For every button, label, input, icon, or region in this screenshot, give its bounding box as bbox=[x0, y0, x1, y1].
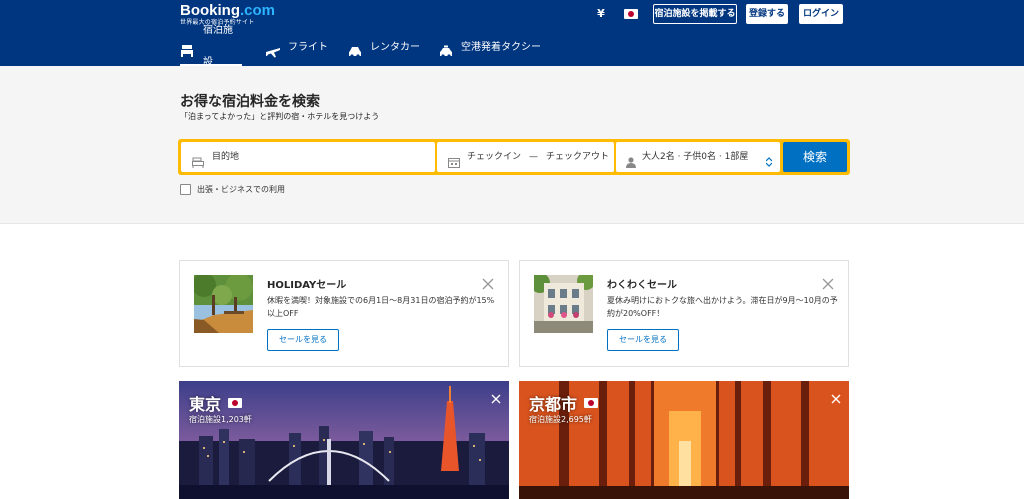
search-button[interactable]: 検索 bbox=[783, 142, 847, 172]
close-icon[interactable] bbox=[822, 275, 834, 290]
login-button[interactable]: ログイン bbox=[799, 4, 843, 24]
destination-input[interactable]: 目的地 bbox=[181, 142, 435, 172]
city-card-kyoto[interactable]: 京都市 宿泊施設2,695軒 bbox=[519, 381, 849, 499]
property-count: 宿泊施設1,203軒 bbox=[189, 415, 252, 424]
close-icon[interactable] bbox=[482, 275, 494, 290]
calendar-icon bbox=[448, 151, 460, 168]
nav-tab-flights[interactable]: フライト bbox=[265, 30, 328, 66]
nav-tab-label: フライト bbox=[288, 42, 328, 53]
register-button[interactable]: 登録する bbox=[746, 4, 788, 24]
bed-icon bbox=[180, 40, 196, 57]
city-name: 京都市 bbox=[529, 391, 599, 415]
promo-card-waku: わくわくセール 夏休み明けにおトクな旅へ出かけよう。滞在日が9月〜10月の予約が… bbox=[519, 260, 849, 367]
list-property-button[interactable]: 宿泊施設を掲載する bbox=[653, 4, 737, 24]
date-picker[interactable]: チェックイン — チェックアウト bbox=[437, 142, 614, 172]
view-sale-button[interactable]: セールを見る bbox=[607, 329, 679, 351]
promo-description: 夏休み明けにおトクな旅へ出かけよう。滞在日が9月〜10月の予約が20%OFF！ bbox=[607, 296, 838, 318]
view-sale-button[interactable]: セールを見る bbox=[267, 329, 339, 351]
search-section: お得な宿泊料金を検索 「泊まってよかった」と評判の宿・ホテルを見つけよう 目的地… bbox=[0, 66, 1024, 224]
business-travel-label: 出張・ビジネスでの利用 bbox=[197, 185, 285, 194]
nav-tab-airport-taxi[interactable]: 空港発着タクシー bbox=[438, 30, 541, 66]
bed-icon bbox=[192, 151, 204, 168]
close-icon[interactable] bbox=[831, 389, 841, 404]
destination-placeholder: 目的地 bbox=[212, 152, 240, 162]
promo-title: わくわくセール bbox=[607, 280, 677, 291]
date-separator: — bbox=[529, 152, 539, 162]
guests-summary: 大人2名 · 子供0名 · 1部屋 bbox=[642, 152, 749, 162]
checkout-label: チェックアウト bbox=[546, 152, 610, 162]
car-icon bbox=[347, 41, 363, 58]
city-name-text: 東京 bbox=[189, 395, 222, 414]
japan-flag-icon bbox=[228, 398, 243, 408]
promo-title: HOLIDAYセール bbox=[267, 280, 347, 291]
japan-flag-icon bbox=[584, 398, 599, 408]
close-icon[interactable] bbox=[491, 389, 501, 404]
promo-card-holiday: HOLIDAYセール 休暇を満喫！対象施設での6月1日〜8月31日の宿泊予約が1… bbox=[179, 260, 509, 367]
property-count: 宿泊施設2,695軒 bbox=[529, 415, 592, 424]
search-bar: 目的地 チェックイン — チェックアウト 大人2名 · 子供0名 · 1部屋 検索 bbox=[178, 139, 850, 175]
city-card-tokyo[interactable]: 東京 宿泊施設1,203軒 bbox=[179, 381, 509, 499]
promo-image-building bbox=[534, 275, 593, 333]
japan-flag-icon[interactable] bbox=[624, 9, 638, 19]
main-nav: 宿泊施設 フライト レンタカー 空港発着タクシー bbox=[0, 25, 1024, 68]
city-name-text: 京都市 bbox=[529, 395, 578, 414]
currency-selector[interactable]: ¥ bbox=[594, 4, 608, 24]
checkin-label: チェックイン bbox=[467, 152, 522, 162]
business-travel-checkbox[interactable]: 出張・ビジネスでの利用 bbox=[180, 184, 285, 195]
promo-description: 休暇を満喫！対象施設での6月1日〜8月31日の宿泊予約が15%以上OFF bbox=[267, 296, 495, 318]
updown-arrow-icon bbox=[765, 151, 773, 167]
nav-tab-stays[interactable]: 宿泊施設 bbox=[180, 25, 242, 68]
page-title: お得な宿泊料金を検索 bbox=[180, 94, 320, 110]
taxi-icon bbox=[438, 41, 454, 58]
person-icon bbox=[625, 151, 637, 168]
plane-icon bbox=[265, 41, 281, 58]
checkbox[interactable] bbox=[180, 184, 191, 195]
page-subtitle: 「泊まってよかった」と評判の宿・ホテルを見つけよう bbox=[180, 112, 380, 121]
site-header: Booking.com 世界最大の宿泊予約サイト ¥ 宿泊施設を掲載する 登録す… bbox=[0, 0, 1024, 68]
nav-tab-car-rental[interactable]: レンタカー bbox=[347, 30, 420, 66]
nav-tab-label: 空港発着タクシー bbox=[461, 42, 541, 53]
nav-tab-label: レンタカー bbox=[370, 42, 420, 53]
guests-selector[interactable]: 大人2名 · 子供0名 · 1部屋 bbox=[616, 142, 780, 172]
logo-dot-com: .com bbox=[240, 2, 276, 19]
promo-image-park bbox=[194, 275, 253, 333]
city-name: 東京 bbox=[189, 391, 243, 415]
